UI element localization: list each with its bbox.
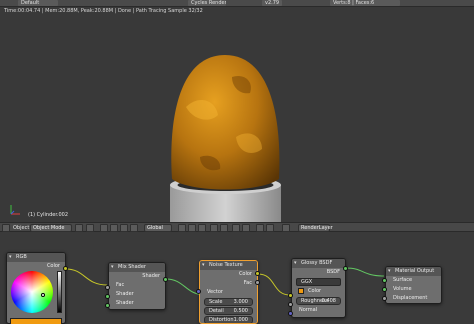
blender-window: Default Cycles Render v2.79 Verts:8 | Fa… [0, 0, 474, 324]
screen-layout-select[interactable]: Default [18, 0, 58, 6]
rendered-object[interactable] [0, 7, 474, 222]
mix-shader-title[interactable]: Mix Shader [109, 263, 165, 272]
mix-input-shader1: Shader [116, 291, 134, 297]
mix-shader-node[interactable]: Mix Shader Shader Fac Shader Shader [108, 262, 166, 310]
mix-shader2-socket[interactable] [105, 303, 110, 308]
material-output-title[interactable]: Material Output [386, 267, 441, 276]
orientation-select[interactable]: Global [144, 224, 172, 232]
noise-texture-node[interactable]: Noise Texture Color Fac Vector Scale3.00… [199, 260, 258, 324]
mix-shader-out-socket[interactable] [163, 277, 168, 282]
rgb-color-socket[interactable] [63, 266, 68, 271]
glossy-distribution-select[interactable]: GGX [296, 278, 341, 286]
glossy-roughness-field[interactable]: Roughness 0.408 [296, 297, 341, 305]
info-header: Default Cycles Render v2.79 Verts:8 | Fa… [0, 0, 474, 7]
output-volume-socket[interactable] [382, 287, 387, 292]
glossy-bsdf-node[interactable]: Glossy BSDF BSDF GGX Color Roughness0.40… [291, 258, 346, 318]
glossy-input-normal: Normal [299, 307, 318, 313]
material-output-node[interactable]: Material Output Surface Volume Displacem… [385, 266, 442, 304]
rgb-node-title[interactable]: RGB [7, 253, 65, 262]
value-slider[interactable] [57, 271, 62, 313]
snap-target-icon[interactable] [266, 224, 274, 232]
glossy-roughness-socket[interactable] [288, 302, 293, 307]
snap-icon[interactable] [256, 224, 264, 232]
layer-1-icon[interactable] [178, 224, 186, 232]
rotate-icon[interactable] [120, 224, 128, 232]
pivot-icon[interactable] [86, 224, 94, 232]
noise-detail-field[interactable]: Detail 0.500 [204, 307, 253, 315]
3d-viewport[interactable]: Time:00:04.74 | Mem:20.88M, Peak:20.88M … [0, 7, 474, 222]
noise-output-fac: Fac [243, 280, 252, 286]
mix-input-shader2: Shader [116, 300, 134, 306]
noise-output-color: Color [238, 271, 252, 277]
noise-vector-socket[interactable] [196, 289, 201, 294]
shading-mode-icon[interactable] [75, 224, 83, 232]
axis-gizmo-icon [10, 205, 20, 215]
rgb-node[interactable]: RGB Color [6, 252, 66, 324]
layer-7-icon[interactable] [242, 224, 250, 232]
output-surface-socket[interactable] [382, 278, 387, 283]
glossy-input-color: Color [292, 287, 345, 296]
node-editor[interactable]: RGB Color Mix Shader Shader Fac Shader S… [0, 232, 474, 324]
active-object-label: (1) Cylinder.002 [28, 212, 69, 218]
layer-2-icon[interactable] [188, 224, 196, 232]
proportional-edit-icon[interactable] [282, 224, 290, 232]
menu-object[interactable]: Object [13, 225, 29, 232]
mode-select[interactable]: Object Mode [30, 224, 72, 232]
glossy-output-bsdf: BSDF [326, 269, 340, 275]
glossy-normal-socket[interactable] [288, 311, 293, 316]
glossy-color-socket[interactable] [288, 293, 293, 298]
output-input-surface: Surface [393, 277, 413, 283]
render-engine-select[interactable]: Cycles Render [188, 0, 226, 6]
color-picker-handle[interactable] [41, 293, 45, 297]
glossy-bsdf-socket[interactable] [343, 266, 348, 271]
mix-fac-socket[interactable] [105, 285, 110, 290]
output-input-volume: Volume [393, 286, 412, 292]
noise-color-socket[interactable] [255, 271, 260, 276]
rgb-color-swatch[interactable] [10, 318, 62, 324]
mix-shader1-socket[interactable] [105, 294, 110, 299]
scene-stats: Verts:8 | Faces:6 [330, 0, 400, 6]
viewport-header: Object Object Mode Global RenderLayer [0, 222, 474, 232]
noise-texture-title[interactable]: Noise Texture [200, 261, 257, 270]
layer-4-icon[interactable] [210, 224, 218, 232]
translate-icon[interactable] [110, 224, 118, 232]
noise-scale-field[interactable]: Scale 3.000 [204, 298, 253, 306]
layer-3-icon[interactable] [198, 224, 206, 232]
layer-6-icon[interactable] [232, 224, 240, 232]
gold-dome [171, 55, 280, 190]
output-input-displacement: Displacement [393, 295, 428, 301]
noise-fac-socket[interactable] [255, 280, 260, 285]
rgb-output-color: Color [46, 263, 60, 269]
layer-5-icon[interactable] [220, 224, 228, 232]
color-wheel[interactable] [11, 271, 53, 313]
glossy-color-chip[interactable] [298, 288, 304, 294]
glossy-bsdf-title[interactable]: Glossy BSDF [292, 259, 345, 268]
output-displacement-socket[interactable] [382, 296, 387, 301]
mix-output-shader: Shader [142, 273, 160, 279]
scale-icon[interactable] [130, 224, 138, 232]
noise-input-vector: Vector [207, 289, 223, 295]
mix-input-fac: Fac [116, 282, 125, 288]
editor-type-icon[interactable] [2, 224, 10, 232]
manipulator-icon[interactable] [100, 224, 108, 232]
render-layer-select[interactable]: RenderLayer [298, 224, 333, 232]
version-label: v2.79 [262, 0, 282, 6]
noise-distortion-field[interactable]: Distortion 1.000 [204, 316, 253, 323]
